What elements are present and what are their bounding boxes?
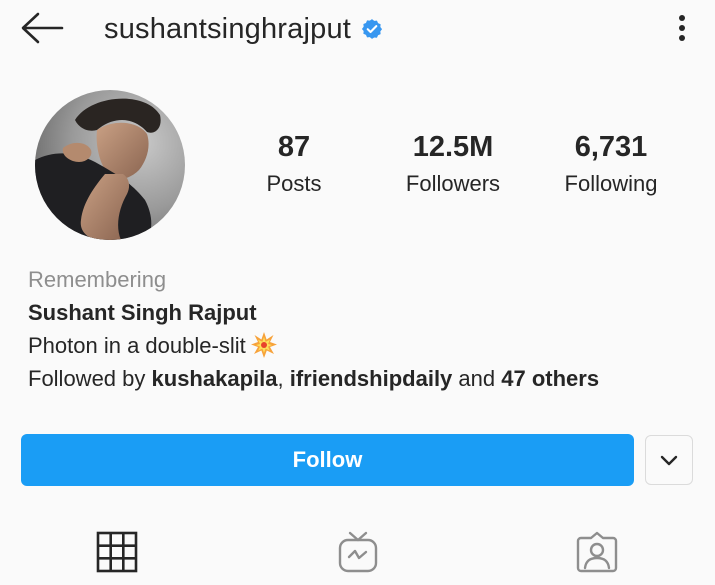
igtv-icon xyxy=(338,531,378,573)
back-arrow-icon[interactable] xyxy=(18,10,66,46)
bio-text: Photon in a double-slit xyxy=(28,333,246,358)
bio-text-line: Photon in a double-slit xyxy=(28,329,688,362)
following-count: 6,731 xyxy=(574,131,648,163)
followed-by-prefix: Followed by xyxy=(28,366,152,391)
verified-badge-icon xyxy=(361,19,383,39)
followed-by-and: and xyxy=(452,366,502,391)
stat-posts[interactable]: 87 Posts xyxy=(234,130,354,201)
profile-avatar[interactable] xyxy=(35,90,185,240)
tab-igtv[interactable] xyxy=(328,526,388,578)
suggested-accounts-button[interactable] xyxy=(645,435,693,485)
tab-tagged[interactable] xyxy=(567,526,627,578)
followed-by-sep: , xyxy=(277,366,290,391)
followers-label: Followers xyxy=(405,171,501,196)
followers-others-link[interactable]: 47 others xyxy=(501,366,599,391)
chevron-down-icon xyxy=(660,455,678,466)
profile-bio: Remembering Sushant Singh Rajput Photon … xyxy=(28,263,688,395)
follower-link-2[interactable]: ifriendshipdaily xyxy=(290,366,453,391)
profile-photo xyxy=(35,90,185,240)
profile-tabs xyxy=(0,520,715,585)
profile-header: sushantsinghrajput xyxy=(0,0,715,62)
posts-count: 87 xyxy=(277,131,311,163)
bio-name: Sushant Singh Rajput xyxy=(28,300,257,325)
follow-button[interactable]: Follow xyxy=(21,434,634,486)
username: sushantsinghrajput xyxy=(104,12,352,45)
username-row: sushantsinghrajput xyxy=(104,12,383,46)
followers-count: 12.5M xyxy=(412,131,494,163)
posts-label: Posts xyxy=(266,171,322,196)
following-label: Following xyxy=(564,171,658,196)
more-options-icon[interactable] xyxy=(668,10,696,46)
grid-icon xyxy=(96,531,138,573)
stat-following[interactable]: 6,731 Following xyxy=(548,130,674,201)
bio-category: Remembering xyxy=(28,267,167,292)
follower-link-1[interactable]: kushakapila xyxy=(152,366,278,391)
stat-followers[interactable]: 12.5M Followers xyxy=(383,130,523,201)
collision-emoji-icon xyxy=(250,332,277,358)
tab-grid[interactable] xyxy=(87,526,147,578)
tagged-icon xyxy=(576,531,618,573)
followed-by-line: Followed by kushakapila, ifriendshipdail… xyxy=(28,362,688,395)
